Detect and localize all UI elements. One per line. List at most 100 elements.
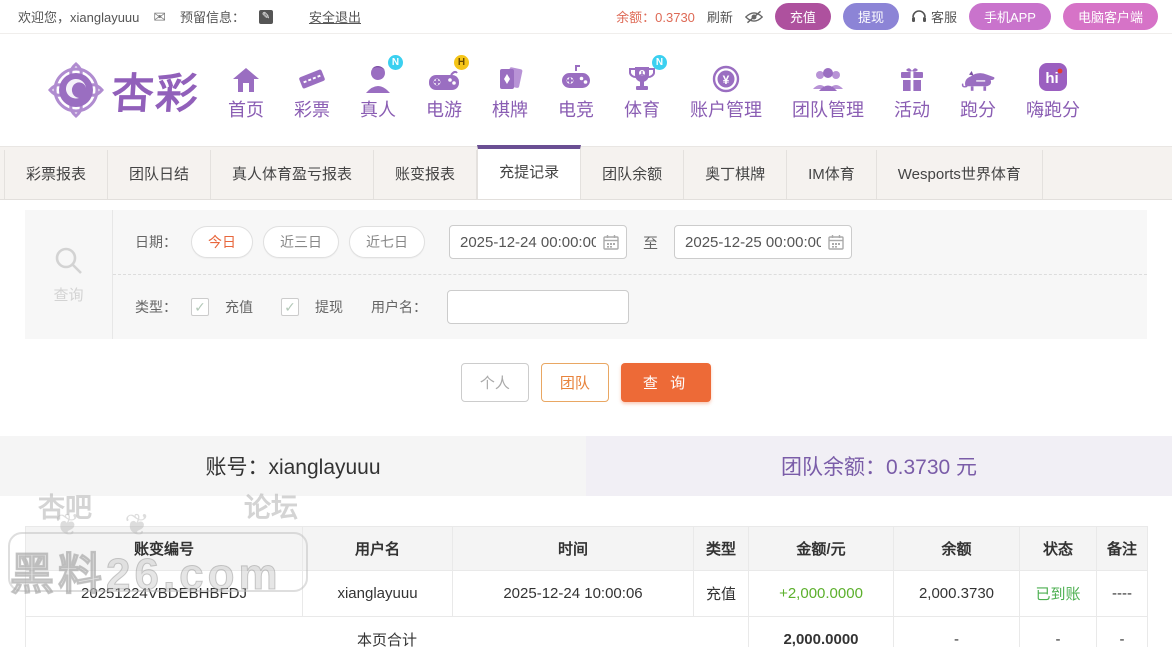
col-username: 用户名 — [302, 526, 453, 571]
home-icon — [228, 59, 264, 93]
tab-account-change[interactable]: 账变报表 — [374, 150, 478, 199]
date-to-input[interactable] — [674, 225, 853, 259]
date-label: 日期： — [135, 234, 177, 250]
refresh-button[interactable]: 刷新 — [707, 7, 733, 26]
nav-item-egames[interactable]: H 电游 — [426, 54, 470, 122]
nav-item-esports[interactable]: 电竞 — [558, 59, 594, 122]
nav-item-promotions[interactable]: 活动 — [894, 59, 930, 122]
reserved-info-label: 预留信息： — [179, 10, 245, 25]
balance-text: 余额：0.3730 — [616, 10, 695, 25]
range-3days-button[interactable]: 近三日 — [263, 226, 339, 258]
recharge-checkbox-label: 充值 — [225, 299, 253, 315]
hi-app-icon: hi — [1035, 59, 1071, 93]
nav-item-sports[interactable]: N 体育 — [624, 54, 668, 122]
pc-client-button[interactable]: 电脑客户端 — [1062, 3, 1158, 30]
cell-change-id: 20251224VBDEBHBFDJ — [25, 570, 303, 617]
page: 欢迎您，xianglayuuu ✉ 预留信息： ✎ 安全退出 余额：0.3730… — [0, 0, 1172, 647]
tab-lottery-report[interactable]: 彩票报表 — [4, 150, 109, 199]
range-7days-button[interactable]: 近七日 — [349, 226, 425, 258]
logo-flower-icon — [48, 62, 104, 118]
username-input[interactable] — [447, 290, 629, 324]
mobile-app-button[interactable]: 手机APP — [968, 3, 1051, 30]
welcome-text: 欢迎您，xianglayuuu — [18, 10, 140, 25]
svg-text:¥: ¥ — [723, 73, 730, 87]
type-label: 类型： — [135, 299, 177, 315]
col-balance: 余额 — [893, 526, 1020, 571]
recharge-checkbox[interactable]: ✓ — [191, 298, 209, 316]
summary-balance: - — [893, 616, 1020, 647]
nav-item-hi-paofen[interactable]: hi 嗨跑分 — [1026, 59, 1080, 122]
nav-item-team[interactable]: 团队管理 — [792, 59, 864, 122]
new-badge: N — [652, 54, 668, 70]
nav-item-home[interactable]: 首页 — [228, 59, 264, 122]
hot-badge: H — [454, 54, 470, 70]
tab-odin-boardgames[interactable]: 奥丁棋牌 — [684, 150, 788, 199]
cell-time: 2025-12-24 10:00:06 — [452, 570, 694, 617]
withdraw-checkbox-label: 提现 — [315, 299, 343, 315]
withdraw-checkbox[interactable]: ✓ — [281, 298, 299, 316]
nav-item-live[interactable]: N 真人 — [360, 54, 404, 122]
table-row: 20251224VBDEBHBFDJ xianglayuuu 2025-12-2… — [25, 570, 1148, 617]
edit-pencil-icon[interactable]: ✎ — [258, 9, 273, 24]
recharge-button[interactable]: 充值 — [774, 3, 831, 30]
tab-live-sports-pl[interactable]: 真人体育盈亏报表 — [211, 150, 375, 199]
calendar-icon[interactable] — [603, 234, 619, 250]
main-header: 杏彩 首页 彩票 N 真人 H 电游 棋牌 电竞 N 体育 ¥ 账户管理 团队管… — [0, 34, 1172, 146]
col-time: 时间 — [452, 526, 694, 571]
cards-icon — [492, 59, 528, 93]
top-bar: 欢迎您，xianglayuuu ✉ 预留信息： ✎ 安全退出 余额：0.3730… — [0, 0, 1172, 34]
filter-side: 查询 — [25, 210, 113, 339]
tab-deposit-withdraw-records[interactable]: 充提记录 — [477, 145, 582, 199]
ticket-icon — [294, 59, 330, 93]
svg-text:hi: hi — [1045, 70, 1058, 87]
date-from-wrap — [449, 225, 627, 259]
site-logo[interactable]: 杏彩 — [46, 60, 202, 121]
rhino-icon — [960, 59, 996, 93]
personal-button[interactable]: 个人 — [460, 363, 529, 402]
team-button[interactable]: 团队 — [540, 363, 609, 402]
logout-link[interactable]: 安全退出 — [309, 7, 361, 26]
table-header-row: 账变编号 用户名 时间 类型 金额/元 余额 状态 备注 — [25, 526, 1148, 571]
balance-value: 0.3730 — [655, 10, 695, 25]
date-to-wrap — [674, 225, 853, 259]
username-label: 用户名： — [371, 299, 427, 315]
mail-icon[interactable]: ✉ — [153, 8, 166, 26]
calendar-icon[interactable] — [828, 234, 844, 250]
cell-status: 已到账 — [1019, 570, 1097, 617]
query-button[interactable]: 查 询 — [620, 363, 712, 402]
nav-item-boardgames[interactable]: 棋牌 — [492, 59, 528, 122]
date-from-input[interactable] — [449, 225, 627, 259]
live-person-icon: N — [360, 54, 404, 93]
nav-item-paofen[interactable]: 跑分 — [960, 59, 996, 122]
account-name: 账号：xianglayuuu — [0, 436, 586, 496]
action-buttons: 个人 团队 查 询 — [0, 339, 1172, 428]
search-icon — [55, 247, 82, 274]
nav-item-account[interactable]: ¥ 账户管理 — [690, 59, 762, 122]
col-status: 状态 — [1019, 526, 1097, 571]
yuan-coin-icon: ¥ — [708, 59, 744, 93]
range-today-button[interactable]: 今日 — [191, 226, 253, 258]
type-filter-row: 类型： ✓ 充值 ✓ 提现 用户名： — [113, 275, 1147, 339]
summary-label: 本页合计 — [25, 616, 749, 647]
main-nav: 首页 彩票 N 真人 H 电游 棋牌 电竞 N 体育 ¥ 账户管理 团队管理 活… — [228, 54, 1080, 122]
summary-status: - — [1019, 616, 1097, 647]
logo-text: 杏彩 — [110, 69, 202, 117]
customer-service-button[interactable]: 客服 — [911, 7, 957, 26]
tab-wesports[interactable]: Wesports世界体育 — [877, 150, 1043, 199]
gamepad-icon: H — [426, 54, 470, 93]
eye-slash-icon[interactable] — [744, 10, 763, 24]
tab-im-sports[interactable]: IM体育 — [787, 150, 877, 199]
report-tabs: 彩票报表 团队日结 真人体育盈亏报表 账变报表 充提记录 团队余额 奥丁棋牌 I… — [0, 145, 1172, 200]
col-change-id: 账变编号 — [25, 526, 303, 571]
tab-team-balance[interactable]: 团队余额 — [581, 150, 685, 199]
team-icon — [810, 59, 846, 93]
col-type: 类型 — [693, 526, 749, 571]
filter-panel: 查询 日期： 今日 近三日 近七日 至 类型： ✓ — [25, 210, 1147, 339]
tab-team-daily[interactable]: 团队日结 — [108, 150, 212, 199]
summary-remark: - — [1096, 616, 1148, 647]
trophy-icon: N — [624, 54, 668, 93]
to-label: 至 — [643, 234, 659, 252]
team-balance: 团队余额：0.3730 元 — [586, 436, 1172, 496]
nav-item-lottery[interactable]: 彩票 — [294, 59, 330, 122]
withdraw-button[interactable]: 提现 — [842, 3, 899, 30]
